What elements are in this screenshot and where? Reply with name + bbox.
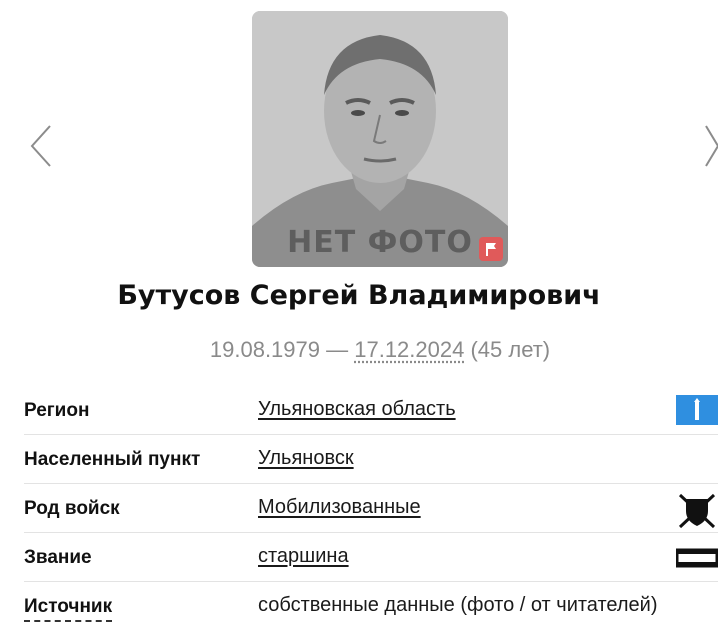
no-photo-label: НЕТ ФОТО	[287, 225, 473, 260]
death-date[interactable]: 17.12.2024	[354, 337, 464, 362]
detail-label: Регион	[24, 400, 90, 421]
age: (45 лет)	[464, 337, 551, 362]
life-dates: 19.08.1979 — 17.12.2024 (45 лет)	[0, 337, 718, 363]
previous-arrow[interactable]	[20, 122, 60, 170]
rank-insignia-icon	[675, 542, 718, 572]
settlement-link[interactable]: Ульяновск	[258, 447, 354, 470]
source-value: собственные данные (фото / от читателей)	[258, 594, 658, 616]
detail-row-source: Источник собственные данные (фото / от ч…	[24, 581, 718, 630]
chevron-right-icon	[705, 125, 718, 167]
person-name: Бутусов Сергей Владимирович	[117, 280, 601, 311]
detail-row-rank: Звание старшина	[24, 532, 718, 582]
report-flag-button[interactable]	[479, 237, 503, 261]
chevron-left-icon	[30, 125, 51, 167]
birth-date: 19.08.1979	[209, 337, 320, 362]
detail-label: Род войск	[24, 498, 120, 519]
detail-row-region: Регион Ульяновская область	[24, 385, 718, 435]
source-label[interactable]: Источник	[24, 596, 113, 622]
branch-link[interactable]: Мобилизованные	[258, 496, 421, 519]
shield-swords-icon	[676, 493, 718, 529]
detail-row-branch: Род войск Мобилизованные	[24, 483, 718, 533]
flag-icon	[486, 243, 496, 256]
date-separator: —	[320, 337, 355, 362]
detail-label: Звание	[24, 547, 92, 568]
region-flag-icon	[676, 395, 718, 425]
rank-link[interactable]: старшина	[258, 545, 349, 568]
next-arrow[interactable]	[698, 122, 718, 170]
portrait-placeholder: НЕТ ФОТО	[252, 11, 508, 267]
detail-row-settlement: Населенный пункт Ульяновск	[24, 434, 718, 484]
detail-label: Населенный пункт	[24, 449, 201, 470]
region-link[interactable]: Ульяновская область	[258, 398, 456, 421]
